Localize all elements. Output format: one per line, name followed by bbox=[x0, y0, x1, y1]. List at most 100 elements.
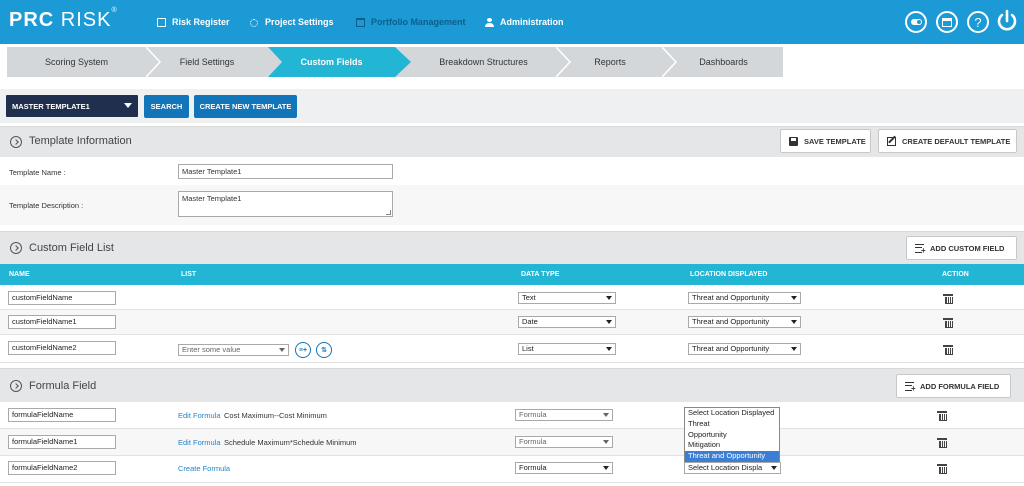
custom-field-name-input[interactable]: customFieldName bbox=[8, 291, 116, 305]
location-select[interactable]: Threat and Opportunity bbox=[688, 316, 801, 328]
data-type-select[interactable]: Formula bbox=[515, 462, 613, 474]
collapse-icon[interactable] bbox=[10, 136, 22, 148]
tab-label: Dashboards bbox=[699, 57, 748, 67]
table-row bbox=[0, 335, 1024, 363]
delete-icon[interactable] bbox=[943, 318, 953, 328]
resize-grip-icon[interactable] bbox=[386, 210, 391, 215]
help-button[interactable]: ? bbox=[967, 11, 989, 33]
location-select[interactable]: Select Location Displa bbox=[684, 462, 781, 474]
column-header-list: LIST bbox=[181, 271, 197, 278]
location-select[interactable]: Threat and Opportunity bbox=[688, 292, 801, 304]
dropdown-option[interactable]: Mitigation bbox=[685, 440, 779, 451]
delete-icon[interactable] bbox=[943, 294, 953, 304]
data-type-select[interactable]: Formula bbox=[515, 436, 613, 448]
location-value: Threat and Opportunity bbox=[692, 293, 770, 302]
chevron-down-icon bbox=[771, 466, 777, 470]
location-select[interactable]: Threat and Opportunity bbox=[688, 343, 801, 355]
add-list-icon bbox=[905, 381, 916, 393]
formula-field-name-input[interactable]: formulaFieldName2 bbox=[8, 461, 116, 475]
save-template-button[interactable]: SAVE TEMPLATE bbox=[780, 129, 871, 153]
delete-icon[interactable] bbox=[937, 464, 947, 474]
data-type-value: Date bbox=[522, 317, 538, 326]
dropdown-option[interactable]: Threat bbox=[685, 419, 779, 430]
tab-field-settings[interactable]: Field Settings bbox=[146, 47, 268, 77]
document-icon bbox=[157, 17, 166, 27]
data-type-value: List bbox=[522, 344, 534, 353]
save-template-label: SAVE TEMPLATE bbox=[804, 136, 866, 146]
data-type-value: Formula bbox=[519, 437, 547, 446]
delete-icon[interactable] bbox=[937, 411, 947, 421]
list-values-combobox[interactable]: Enter some value bbox=[178, 344, 289, 356]
custom-field-name-input[interactable]: customFieldName1 bbox=[8, 315, 116, 329]
toggle-view-button[interactable] bbox=[905, 11, 927, 33]
template-name-input[interactable]: Master Template1 bbox=[178, 164, 393, 179]
prc-risk-logo[interactable]: PRC RISK® bbox=[9, 7, 118, 32]
sort-list-button[interactable]: ⇅ bbox=[316, 342, 332, 358]
nav-administration[interactable]: Administration bbox=[485, 0, 564, 44]
gears-icon bbox=[250, 18, 259, 27]
create-new-template-label: CREATE NEW TEMPLATE bbox=[199, 102, 292, 111]
chevron-down-icon bbox=[279, 348, 285, 352]
template-description-value: Master Template1 bbox=[182, 194, 242, 203]
tab-label: Scoring System bbox=[44, 57, 109, 67]
collapse-icon[interactable] bbox=[10, 242, 22, 254]
nav-project-settings[interactable]: Project Settings bbox=[250, 0, 334, 44]
chevron-down-icon bbox=[791, 296, 797, 300]
collapse-icon[interactable] bbox=[10, 380, 22, 392]
custom-field-list-header[interactable]: Custom Field List bbox=[0, 231, 1024, 264]
delete-icon[interactable] bbox=[937, 438, 947, 448]
create-formula-link[interactable]: Create Formula bbox=[178, 464, 230, 473]
nav-portfolio-management[interactable]: Portfolio Management bbox=[356, 0, 466, 44]
create-default-template-button[interactable]: CREATE DEFAULT TEMPLATE bbox=[878, 129, 1017, 153]
field-name-value: formulaFieldName bbox=[12, 410, 74, 419]
add-custom-field-button[interactable]: ADD CUSTOM FIELD bbox=[906, 236, 1017, 260]
column-header-action: ACTION bbox=[942, 271, 969, 278]
calendar-button[interactable] bbox=[936, 11, 958, 33]
dropdown-option[interactable]: Opportunity bbox=[685, 430, 779, 441]
sort-icon: ⇅ bbox=[321, 347, 327, 354]
add-custom-field-label: ADD CUSTOM FIELD bbox=[930, 243, 1005, 253]
tab-label: Custom Fields bbox=[300, 57, 363, 67]
formula-field-name-input[interactable]: formulaFieldName1 bbox=[8, 435, 116, 449]
chevron-down-icon bbox=[603, 413, 609, 417]
tab-dashboards[interactable]: Dashboards bbox=[664, 47, 783, 77]
data-type-select[interactable]: Date bbox=[518, 316, 616, 328]
logo-bold-text: PRC bbox=[9, 9, 55, 31]
chevron-down-icon bbox=[603, 440, 609, 444]
tab-custom-fields[interactable]: Custom Fields bbox=[268, 47, 395, 77]
template-name-value: Master Template1 bbox=[182, 167, 242, 176]
data-type-select[interactable]: Formula bbox=[515, 409, 613, 421]
template-description-textarea[interactable]: Master Template1 bbox=[178, 191, 393, 217]
data-type-select[interactable]: List bbox=[518, 343, 616, 355]
edit-formula-link[interactable]: Edit Formula bbox=[178, 438, 221, 447]
dropdown-option-highlighted[interactable]: Threat and Opportunity bbox=[685, 451, 779, 462]
tab-scoring-system[interactable]: Scoring System bbox=[7, 47, 146, 77]
template-name-label: Template Name : bbox=[9, 168, 66, 177]
nav-label: Portfolio Management bbox=[371, 17, 466, 27]
tab-breakdown-structures[interactable]: Breakdown Structures bbox=[411, 47, 556, 77]
add-formula-field-button[interactable]: ADD FORMULA FIELD bbox=[896, 374, 1011, 398]
table-row bbox=[0, 429, 1024, 456]
formula-field-header[interactable]: Formula Field bbox=[0, 368, 1024, 402]
custom-field-name-input[interactable]: customFieldName2 bbox=[8, 341, 116, 355]
registered-mark: ® bbox=[111, 7, 118, 14]
formula-field-name-input[interactable]: formulaFieldName bbox=[8, 408, 116, 422]
dropdown-option[interactable]: Select Location Displayed bbox=[685, 408, 779, 419]
toggle-icon bbox=[910, 19, 922, 25]
add-list-icon bbox=[915, 243, 926, 255]
template-select[interactable]: MASTER TEMPLATE1 bbox=[6, 95, 138, 117]
data-type-select[interactable]: Text bbox=[518, 292, 616, 304]
location-dropdown-list[interactable]: Select Location Displayed Threat Opportu… bbox=[684, 407, 780, 462]
search-button[interactable]: SEARCH bbox=[144, 95, 189, 118]
search-button-label: SEARCH bbox=[150, 102, 183, 111]
tab-reports[interactable]: Reports bbox=[558, 47, 662, 77]
logo-thin-text: RISK bbox=[60, 9, 112, 31]
delete-icon[interactable] bbox=[943, 345, 953, 355]
field-name-value: customFieldName bbox=[12, 293, 73, 302]
power-icon[interactable] bbox=[996, 9, 1018, 33]
add-list-value-button[interactable]: ≡+ bbox=[295, 342, 311, 358]
edit-formula-link[interactable]: Edit Formula bbox=[178, 411, 221, 420]
create-new-template-button[interactable]: CREATE NEW TEMPLATE bbox=[194, 95, 297, 118]
nav-risk-register[interactable]: Risk Register bbox=[157, 0, 230, 44]
formula-text: Cost Maximum--Cost Minimum bbox=[224, 411, 327, 420]
